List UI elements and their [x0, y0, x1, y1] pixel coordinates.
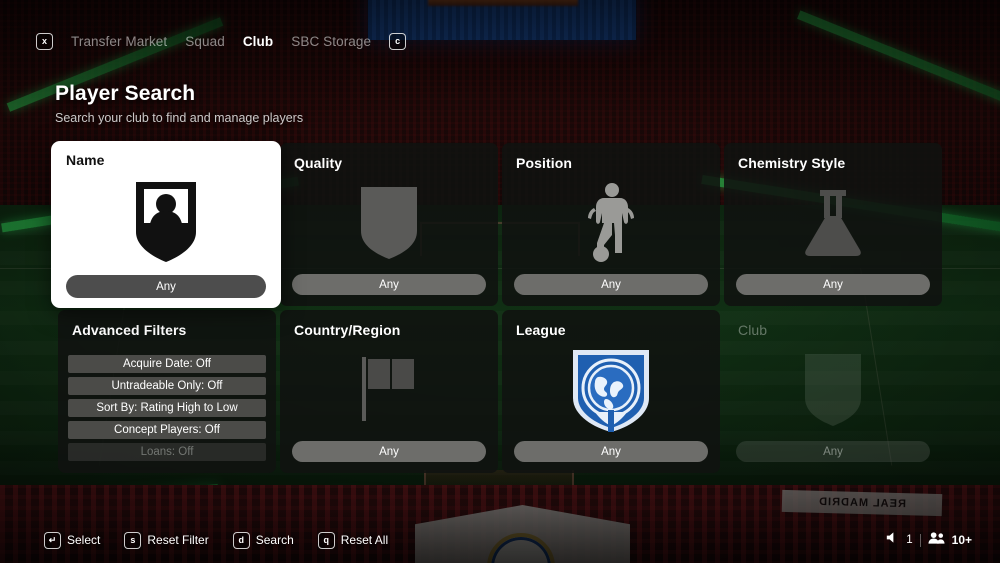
filter-card-title: Club [738, 322, 768, 338]
hint-label: Reset All [340, 533, 389, 547]
filter-value-pill[interactable]: Any [292, 274, 486, 295]
advanced-filter-row-sort-by[interactable]: Sort By: Rating High to Low [68, 399, 266, 417]
advanced-filter-row-untradeable-only[interactable]: Untradeable Only: Off [68, 377, 266, 395]
filter-card-title: Chemistry Style [738, 155, 846, 171]
filter-card-title: Position [516, 155, 573, 171]
top-navigation: x Transfer Market Squad Club SBC Storage… [0, 26, 1000, 56]
filter-card-country-region[interactable]: Country/Region Any [280, 310, 498, 473]
nav-item-sbc-storage[interactable]: SBC Storage [291, 34, 371, 49]
advanced-filter-row-acquire-date[interactable]: Acquire Date: Off [68, 355, 266, 373]
filter-card-title: Country/Region [294, 322, 401, 338]
hint-search[interactable]: d Search [232, 531, 294, 549]
status-indicators: 1 10+ [884, 530, 972, 550]
shield-icon [290, 171, 488, 274]
hint-reset-filter[interactable]: s Reset Filter [124, 531, 209, 549]
filter-card-name[interactable]: Name Any [51, 141, 281, 308]
player-search-screen: REAL MADRID x Transfer Market Squad Club… [0, 0, 1000, 563]
q-key-icon: q [317, 531, 335, 549]
flask-icon [734, 171, 932, 274]
filter-card-league[interactable]: League Any [502, 310, 720, 473]
bottom-action-bar: ↵ Select s Reset Filter d Search q Reset… [0, 527, 1000, 553]
player-card-icon [62, 168, 270, 275]
hint-label: Select [67, 533, 101, 547]
filter-value-pill[interactable]: Any [66, 275, 266, 298]
filter-card-title: Quality [294, 155, 343, 171]
filter-card-club: Club Any [724, 310, 942, 473]
filter-value-pill[interactable]: Any [292, 441, 486, 462]
nav-left-keycap[interactable]: x [36, 32, 53, 50]
filter-value-pill[interactable]: Any [736, 274, 930, 295]
speaker-icon[interactable] [884, 530, 899, 550]
filter-value-pill: Any [736, 441, 930, 462]
page-subtitle: Search your club to find and manage play… [55, 111, 304, 125]
hint-label: Search [255, 533, 294, 547]
filter-card-chemistry-style[interactable]: Chemistry Style Any [724, 143, 942, 306]
enter-key-icon: ↵ [44, 531, 61, 549]
player-with-ball-icon [512, 171, 710, 274]
advanced-filter-row-loans: Loans: Off [68, 443, 266, 461]
advanced-filter-row-concept-players[interactable]: Concept Players: Off [68, 421, 266, 439]
filter-card-title: Name [66, 152, 105, 168]
filter-card-quality[interactable]: Quality Any [280, 143, 498, 306]
nav-item-transfer-market[interactable]: Transfer Market [71, 34, 167, 49]
shield-icon [734, 338, 932, 441]
hint-reset-all[interactable]: q Reset All [317, 531, 389, 549]
filter-card-position[interactable]: Position Any [502, 143, 720, 306]
volume-value: 1 [906, 534, 913, 546]
league-globe-crest-icon [512, 338, 710, 441]
filter-card-title: League [516, 322, 566, 338]
filter-card-advanced-filters[interactable]: Advanced Filters Acquire Date: Off Untra… [58, 310, 276, 473]
d-key-icon: d [232, 531, 250, 549]
nav-right-keycap[interactable]: c [389, 32, 407, 50]
advanced-filter-list: Acquire Date: Off Untradeable Only: Off … [68, 338, 266, 462]
page-title: Player Search [55, 82, 196, 105]
filter-value-pill[interactable]: Any [514, 274, 708, 295]
people-icon [928, 531, 945, 550]
filter-card-title: Advanced Filters [72, 322, 187, 338]
hint-label: Reset Filter [147, 533, 209, 547]
players-count: 10+ [951, 533, 972, 547]
s-key-icon: s [124, 531, 142, 549]
nav-item-squad[interactable]: Squad [185, 34, 225, 49]
nav-item-club[interactable]: Club [243, 34, 273, 49]
filter-value-pill[interactable]: Any [514, 441, 708, 462]
page-header: Player Search Search your club to find a… [55, 82, 303, 125]
divider [919, 533, 921, 547]
hint-select[interactable]: ↵ Select [44, 531, 101, 549]
flag-icon [290, 338, 488, 441]
